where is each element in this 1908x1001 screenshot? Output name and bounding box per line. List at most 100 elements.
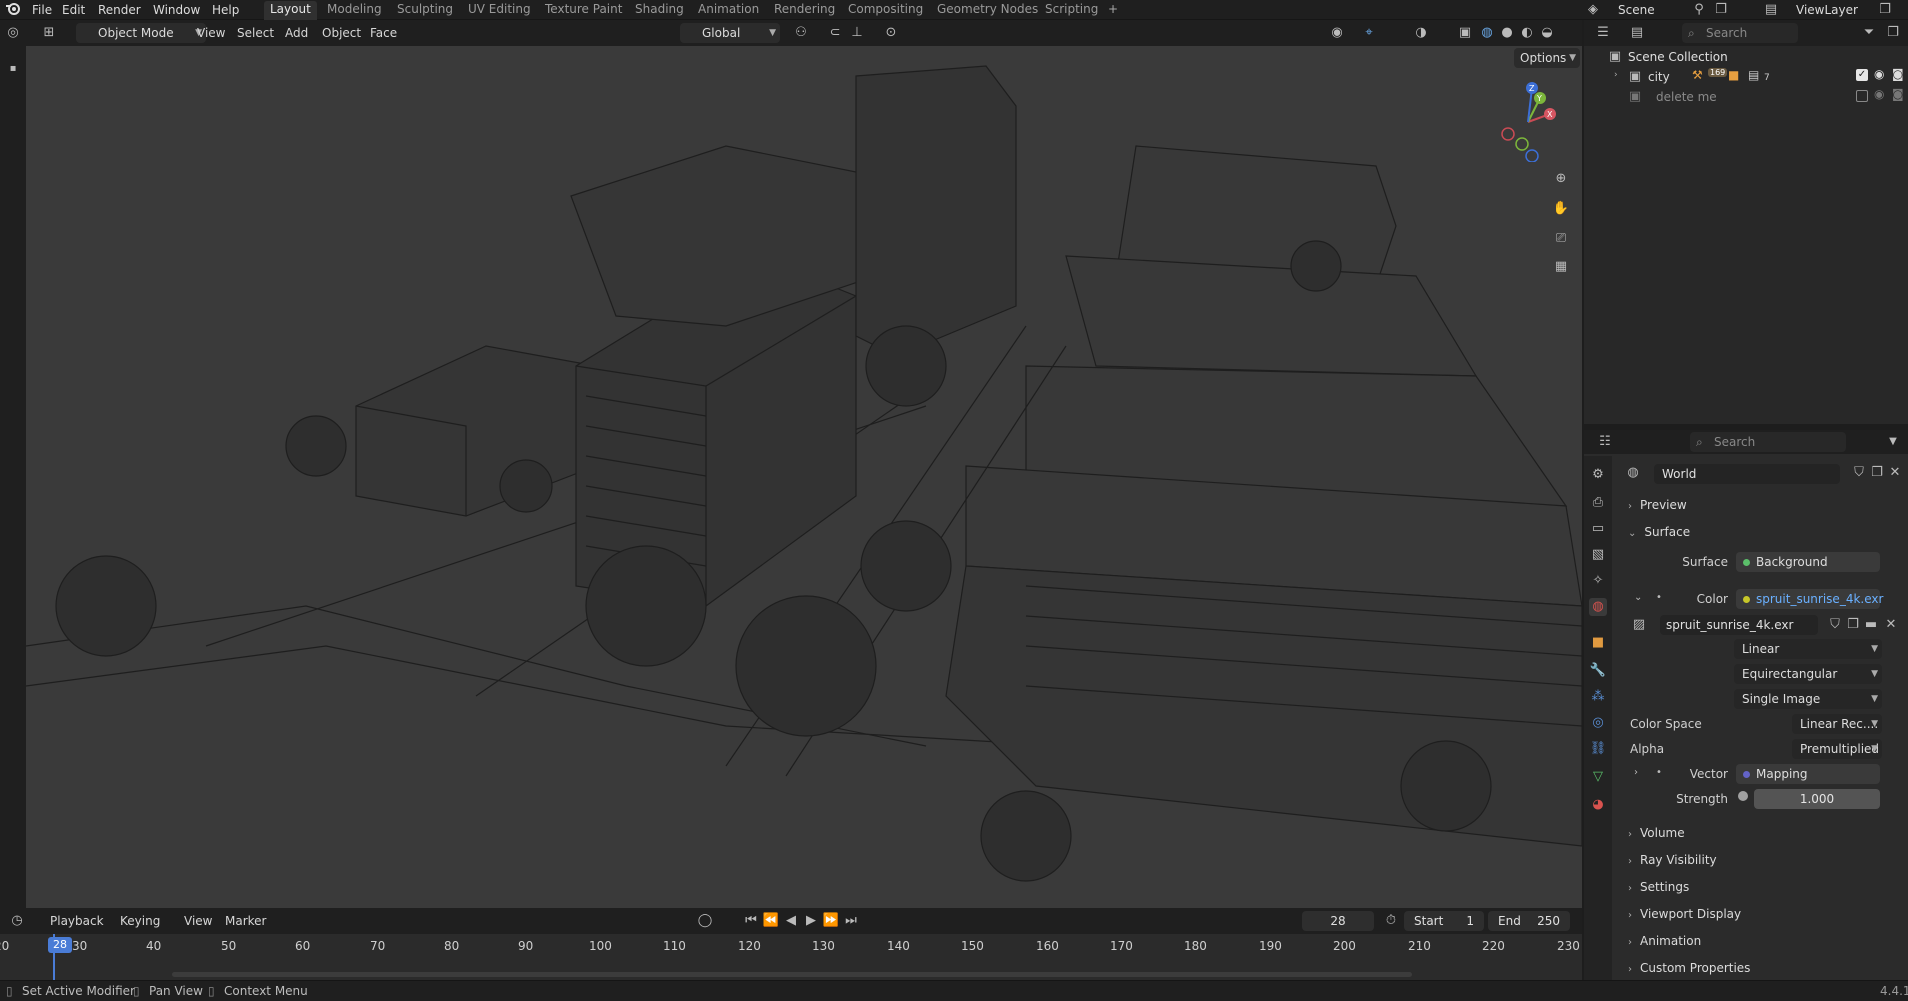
end-frame-field[interactable]: End 250: [1488, 911, 1570, 931]
menu-face[interactable]: Face: [370, 26, 397, 40]
wireframe-shading-icon[interactable]: ◍: [1478, 24, 1496, 42]
menu-marker[interactable]: Marker: [225, 914, 266, 928]
editor-type-icon[interactable]: ⊞: [40, 24, 58, 42]
menu-keying[interactable]: Keying: [120, 914, 160, 928]
vector-input-field[interactable]: Mapping: [1736, 764, 1880, 784]
menu-render[interactable]: Render: [98, 3, 141, 17]
zoom-icon[interactable]: ⊕: [1552, 170, 1570, 188]
scene-icon[interactable]: ◈: [1584, 1, 1602, 19]
new-scene-icon[interactable]: ❐: [1712, 1, 1730, 19]
menu-window[interactable]: Window: [153, 3, 200, 17]
view-layer-name[interactable]: ViewLayer: [1796, 3, 1858, 17]
pin-icon[interactable]: ⚲: [1690, 1, 1708, 19]
tab-compositing[interactable]: Compositing: [848, 2, 923, 16]
fake-user-icon[interactable]: ⛉: [1850, 464, 1868, 482]
menu-view[interactable]: View: [197, 26, 225, 40]
tab-rendering[interactable]: Rendering: [774, 2, 835, 16]
tab-geometry-nodes[interactable]: Geometry Nodes: [937, 2, 1038, 16]
camera-view-icon[interactable]: ⎚: [1552, 230, 1570, 248]
expand-chevron-icon[interactable]: ›: [1614, 70, 1618, 80]
filter-icon[interactable]: ⏷: [1860, 24, 1878, 42]
menu-file[interactable]: File: [32, 3, 52, 17]
surface-shader-field[interactable]: Background: [1736, 552, 1880, 572]
outliner-search-input[interactable]: ⌕ Search: [1682, 23, 1798, 43]
exclude-checkbox-delete-me[interactable]: [1856, 90, 1868, 102]
pan-hand-icon[interactable]: ✋: [1552, 200, 1570, 218]
outliner-item-city[interactable]: city: [1648, 70, 1670, 84]
alpha-dropdown[interactable]: Premultiplied ▼: [1792, 739, 1882, 759]
menu-help[interactable]: Help: [212, 3, 239, 17]
solid-shading-icon[interactable]: ●: [1498, 24, 1516, 42]
panel-viewport-display[interactable]: › Viewport Display: [1628, 907, 1741, 921]
color-space-dropdown[interactable]: Linear Rec.... ▼: [1792, 714, 1882, 734]
rendered-shading-icon[interactable]: ◒: [1538, 24, 1556, 42]
start-frame-field[interactable]: Start 1: [1404, 911, 1484, 931]
menu-select[interactable]: Select: [237, 26, 274, 40]
exclude-checkbox-city[interactable]: ✓: [1856, 69, 1868, 81]
timeline-type-icon[interactable]: ◷: [8, 912, 26, 930]
panel-settings[interactable]: › Settings: [1628, 880, 1689, 894]
current-frame-field[interactable]: 28: [1302, 911, 1374, 931]
perspective-grid-icon[interactable]: ▦: [1552, 258, 1570, 276]
world-name-field[interactable]: World: [1654, 464, 1840, 484]
interpolation-dropdown[interactable]: Linear ▼: [1734, 639, 1882, 659]
material-tab-icon[interactable]: ◕: [1589, 796, 1607, 814]
options-dropdown[interactable]: Options ▼: [1514, 48, 1580, 68]
render-camera-icon[interactable]: ◙: [1892, 87, 1904, 101]
eye-icon[interactable]: ◉: [1874, 87, 1884, 101]
tab-scripting[interactable]: Scripting: [1045, 2, 1098, 16]
display-mode-icon[interactable]: ▤: [1628, 24, 1646, 42]
pivot-icon[interactable]: ⚇: [792, 24, 810, 42]
tab-uv-editing[interactable]: UV Editing: [468, 2, 531, 16]
scene-collection-label[interactable]: Scene Collection: [1628, 50, 1728, 64]
menu-playback[interactable]: Playback: [50, 914, 104, 928]
duplicate-icon[interactable]: ❐: [1844, 616, 1862, 634]
snap-icon[interactable]: ⊂: [826, 24, 844, 42]
add-workspace-icon[interactable]: +: [1108, 2, 1118, 16]
panel-volume[interactable]: › Volume: [1628, 826, 1685, 840]
panel-animation[interactable]: › Animation: [1628, 934, 1701, 948]
jump-end-icon[interactable]: ⏭: [842, 912, 860, 930]
menu-edit[interactable]: Edit: [62, 3, 85, 17]
xray-icon[interactable]: ▣: [1456, 24, 1474, 42]
tool-tab-icon[interactable]: ⚙: [1589, 466, 1607, 484]
tab-texture-paint[interactable]: Texture Paint: [545, 2, 622, 16]
overlay-icon[interactable]: ◑: [1412, 24, 1430, 42]
visibility-icon[interactable]: ◉: [1328, 24, 1346, 42]
projection-dropdown[interactable]: Equirectangular ▼: [1734, 664, 1882, 684]
data-tab-icon[interactable]: ▽: [1589, 768, 1607, 786]
panel-preview[interactable]: › Preview: [1628, 498, 1687, 512]
render-camera-icon[interactable]: ◙: [1892, 67, 1904, 81]
proportional-edit-icon[interactable]: ⊙: [882, 24, 900, 42]
jump-start-icon[interactable]: ⏮: [742, 912, 760, 930]
menu-timeline-view[interactable]: View: [184, 914, 212, 928]
panel-ray-visibility[interactable]: › Ray Visibility: [1628, 853, 1717, 867]
snap-target-icon[interactable]: ⊥: [848, 24, 866, 42]
chevron-down-icon[interactable]: ▼: [1884, 433, 1902, 451]
material-shading-icon[interactable]: ◐: [1518, 24, 1536, 42]
close-icon[interactable]: ✕: [1886, 464, 1904, 482]
scene-name[interactable]: Scene: [1618, 3, 1655, 17]
play-reverse-icon[interactable]: ◀: [782, 912, 800, 930]
cursor-tool-icon[interactable]: ◎: [4, 24, 22, 42]
tab-shading[interactable]: Shading: [635, 2, 684, 16]
new-collection-icon[interactable]: ❐: [1884, 24, 1902, 42]
close-icon[interactable]: ✕: [1882, 616, 1900, 634]
blender-logo-icon[interactable]: [4, 0, 22, 18]
color-input-field[interactable]: spruit_sunrise_4k.exr: [1736, 589, 1883, 609]
panel-custom-properties[interactable]: › Custom Properties: [1628, 961, 1750, 975]
toolbar-collapse-icon[interactable]: ▪: [4, 60, 22, 78]
render-tab-icon[interactable]: ⎙: [1589, 494, 1607, 512]
fake-user-icon[interactable]: ⛉: [1826, 616, 1844, 634]
constraints-tab-icon[interactable]: ⛓: [1589, 740, 1607, 758]
panel-surface[interactable]: ⌄ Surface: [1628, 525, 1690, 539]
tab-sculpting[interactable]: Sculpting: [397, 2, 453, 16]
modifier-tab-icon[interactable]: 🔧: [1589, 662, 1607, 680]
menu-add[interactable]: Add: [285, 26, 308, 40]
outliner-item-delete-me[interactable]: delete me: [1656, 90, 1717, 104]
next-keyframe-icon[interactable]: ⏩: [822, 912, 840, 930]
tab-layout[interactable]: Layout: [264, 1, 317, 20]
collapse-color-icon[interactable]: ⌄: [1634, 592, 1642, 603]
play-icon[interactable]: ▶: [802, 912, 820, 930]
expand-vector-icon[interactable]: ›: [1634, 767, 1638, 778]
